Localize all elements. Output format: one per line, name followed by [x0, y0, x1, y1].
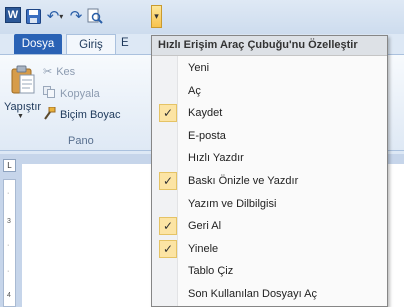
- print-preview-icon[interactable]: [86, 7, 104, 25]
- menu-title: Hızlı Erişim Araç Çubuğu'nu Özelleştir: [152, 36, 387, 56]
- customize-qat-button[interactable]: ▾: [151, 5, 162, 28]
- menu-item[interactable]: Son Kullanılan Dosyayı Aç: [152, 283, 387, 305]
- paste-dropdown-arrow[interactable]: ▼: [17, 113, 24, 120]
- menu-item[interactable]: Hızlı Yazdır: [152, 147, 387, 169]
- menu-item-label: Tablo Çiz: [188, 265, 234, 278]
- ruler-mark: ·: [7, 242, 10, 249]
- paste-button-label[interactable]: Yapıştır: [4, 101, 41, 113]
- menu-item-label: Geri Al: [188, 220, 222, 233]
- paste-icon[interactable]: [10, 65, 36, 95]
- menu-item-label: Yazım ve Dilbilgisi: [188, 197, 277, 210]
- redo-icon[interactable]: ↷: [69, 7, 83, 25]
- checkmark-icon: ✓: [159, 104, 177, 123]
- menu-item-label: Hızlı Yazdır: [188, 152, 244, 165]
- quick-access-toolbar: W ↶ ▾ ↷ ▾: [0, 0, 404, 34]
- menu-item-label: Baskı Önizle ve Yazdır: [188, 175, 299, 187]
- menu-item[interactable]: ✓ Baskı Önizle ve Yazdır: [152, 170, 387, 192]
- tab-selector[interactable]: L: [3, 159, 16, 172]
- menu-item-label: Son Kullanılan Dosyayı Aç: [188, 288, 318, 300]
- menu-item[interactable]: Yeni: [152, 57, 387, 79]
- clipboard-group-label: Pano: [68, 135, 94, 147]
- menu-item[interactable]: ✓ Kaydet: [152, 102, 387, 124]
- checkmark-icon: ✓: [159, 172, 177, 190]
- tab-home[interactable]: Giriş: [66, 34, 116, 55]
- copy-button[interactable]: Kopyala: [43, 86, 100, 101]
- menu-item-label: Aç: [188, 84, 201, 97]
- cut-button[interactable]: ✂ Kes: [43, 65, 76, 79]
- checkmark-icon: ✓: [159, 239, 177, 258]
- menu-item[interactable]: Yazım ve Dilbilgisi: [152, 193, 387, 215]
- scissors-icon: ✂: [43, 66, 53, 78]
- menu-item[interactable]: ✓ Geri Al: [152, 215, 387, 237]
- cut-label: Kes: [56, 65, 76, 78]
- menu-item[interactable]: Tablo Çiz: [152, 260, 387, 282]
- menu-item[interactable]: ✓ Yinele: [152, 238, 387, 260]
- copy-label: Kopyala: [60, 87, 100, 100]
- ruler-number: 4: [7, 292, 11, 299]
- vertical-ruler[interactable]: · 3 · · 4: [3, 179, 16, 307]
- ruler-mark: ·: [7, 190, 10, 197]
- copy-icon: [43, 86, 56, 101]
- menu-item[interactable]: E-posta: [152, 125, 387, 147]
- menu-item-label: Yinele: [188, 242, 219, 255]
- undo-icon[interactable]: ↶ ▾: [43, 7, 67, 25]
- format-painter-button[interactable]: Biçim Boyac: [43, 106, 121, 123]
- ruler-mark: ·: [7, 268, 10, 275]
- word-app-icon[interactable]: W: [5, 7, 21, 23]
- menu-item-label: Yeni: [188, 62, 210, 74]
- menu-item[interactable]: Aç: [152, 80, 387, 102]
- format-painter-label: Biçim Boyac: [60, 109, 121, 121]
- menu-item-label: Kaydet: [188, 107, 223, 120]
- save-icon[interactable]: [25, 7, 41, 25]
- checkmark-icon: ✓: [159, 217, 177, 236]
- ruler-number: 3: [7, 218, 11, 225]
- paintbrush-icon: [43, 106, 56, 123]
- tab-file[interactable]: Dosya: [14, 34, 62, 54]
- tab-insert-partial[interactable]: E: [121, 37, 129, 49]
- menu-item-label: E-posta: [188, 129, 226, 142]
- customize-qat-menu: Hızlı Erişim Araç Çubuğu'nu Özelleştir Y…: [151, 35, 388, 307]
